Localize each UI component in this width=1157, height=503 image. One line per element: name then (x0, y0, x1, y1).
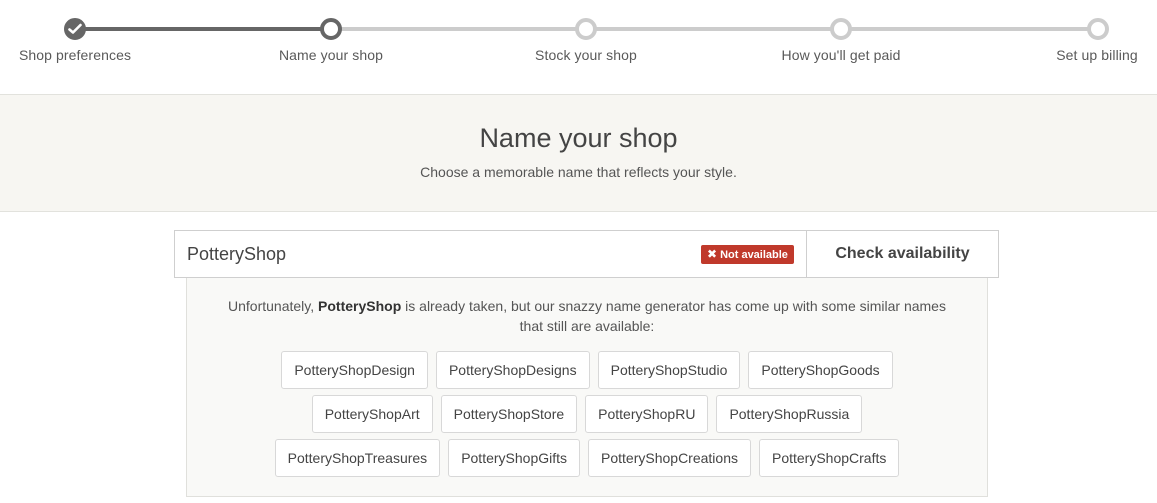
step-5-indicator (1087, 18, 1109, 40)
unavailable-message: Unfortunately, PotteryShop is already ta… (217, 296, 957, 336)
suggestion-chip[interactable]: PotteryShopTreasures (274, 439, 441, 477)
availability-status-text: Not available (720, 249, 788, 261)
message-suffix: is already taken, but our snazzy name ge… (401, 298, 946, 334)
step-3-indicator (575, 18, 597, 40)
suggestion-chip[interactable]: PotteryShopGoods (748, 351, 893, 389)
suggestion-chip[interactable]: PotteryShopRussia (716, 395, 863, 433)
suggestion-chip[interactable]: PotteryShopArt (311, 395, 433, 433)
suggestion-chip[interactable]: PotteryShopDesign (281, 351, 428, 389)
page-title: Name your shop (479, 123, 678, 153)
step-label-how-youll-get-paid: How you'll get paid (781, 47, 901, 63)
page-header: Name your shop Choose a memorable name t… (0, 94, 1157, 212)
suggestion-row-2: PotteryShopArt PotteryShopStore PotteryS… (187, 395, 987, 433)
x-icon: ✖ (707, 247, 718, 261)
message-prefix: Unfortunately, (228, 298, 319, 314)
suggestion-chip[interactable]: PotteryShopCrafts (758, 439, 900, 477)
shop-name-form: ✖Not available Check availability (174, 230, 999, 278)
suggestion-row-3: PotteryShopTreasures PotteryShopGifts Po… (187, 439, 987, 477)
taken-shop-name: PotteryShop (318, 298, 402, 314)
suggestion-chip[interactable]: PotteryShopStore (440, 395, 578, 433)
step-label-stock-your-shop: Stock your shop (535, 47, 637, 63)
suggestion-chip[interactable]: PotteryShopRU (585, 395, 709, 433)
step-label-set-up-billing: Set up billing (1056, 47, 1138, 63)
check-availability-button[interactable]: Check availability (806, 230, 999, 278)
stepper-track-pending (331, 27, 1098, 31)
suggestion-row-1: PotteryShopDesign PotteryShopDesigns Pot… (187, 351, 987, 389)
stepper-track-complete (75, 27, 331, 31)
suggestion-chip[interactable]: PotteryShopCreations (588, 439, 751, 477)
step-2-indicator (320, 18, 342, 40)
step-label-shop-preferences[interactable]: Shop preferences (19, 47, 131, 63)
name-suggestions-panel: Unfortunately, PotteryShop is already ta… (186, 278, 988, 497)
page-subtitle: Choose a memorable name that reflects yo… (420, 164, 737, 180)
progress-stepper: Shop preferences Name your shop Stock yo… (0, 0, 1157, 95)
suggestion-chip[interactable]: PotteryShopStudio (597, 351, 741, 389)
suggestion-chip[interactable]: PotteryShopDesigns (435, 351, 590, 389)
step-4-indicator (830, 18, 852, 40)
step-label-name-your-shop: Name your shop (278, 47, 384, 63)
availability-status-badge: ✖ Not available (701, 245, 794, 264)
suggestion-chip[interactable]: PotteryShopGifts (448, 439, 581, 477)
step-1-check-icon (64, 18, 86, 40)
